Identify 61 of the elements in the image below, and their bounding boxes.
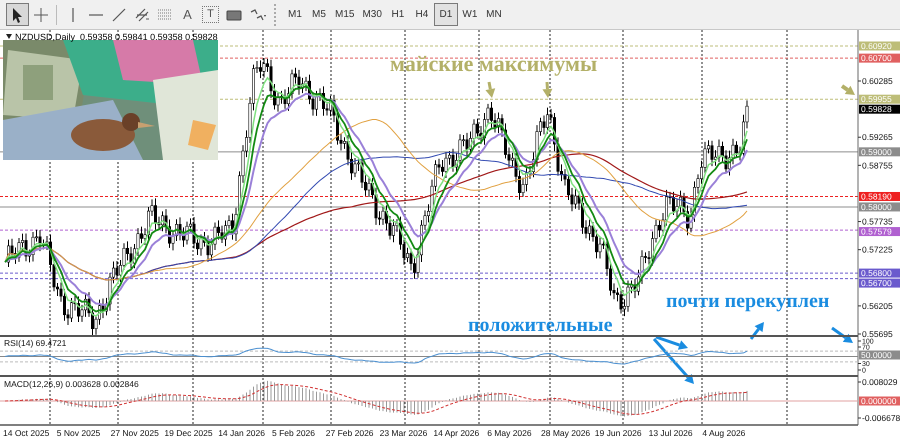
price-label: 0.55695	[862, 328, 893, 339]
label-tool-button[interactable]: T	[199, 3, 222, 26]
price-tag: 50.0000	[859, 350, 900, 360]
timeframe-button[interactable]: M1	[283, 3, 307, 26]
annotation-arrow	[831, 326, 853, 343]
price-tag: 0.58190	[859, 191, 900, 202]
date-label: 13 Jul 2026	[648, 428, 693, 438]
annotation-text: положительные	[468, 314, 613, 336]
timeframe-button[interactable]: M5	[307, 3, 331, 26]
cursor-tool-button[interactable]	[6, 3, 29, 26]
symbol-info: NZDUSD,Daily 0.59358 0.59841 0.59358 0.59828	[15, 32, 218, 42]
price-tag: 0.59828	[859, 104, 900, 114]
date-label: 4 Aug 2026	[702, 428, 746, 438]
date-label: 23 Mar 2026	[380, 428, 428, 438]
date-label: 28 May 2026	[541, 428, 590, 438]
timeframe-button[interactable]: M30	[358, 3, 386, 26]
timeframe-button[interactable]: MN	[482, 3, 506, 26]
price-label: 0.59265	[862, 132, 893, 142]
price-tag: 0.59000	[859, 146, 900, 157]
timeframe-button[interactable]: M15	[331, 3, 358, 26]
date-label: 27 Feb 2026	[326, 428, 374, 438]
timeframe-button[interactable]: W1	[458, 3, 482, 26]
vertical-line-icon	[72, 8, 74, 22]
price-tag: 0.60700	[859, 53, 900, 64]
price-label: 0.57225	[862, 244, 893, 255]
indicator-label: MACD(12,26,9) 0.003628 0.002846	[4, 379, 139, 389]
horizontal-line-icon	[88, 14, 102, 16]
timeframe-button[interactable]: D1	[434, 3, 458, 26]
date-label: 14 Jan 2026	[218, 428, 265, 438]
date-label: 6 May 2026	[487, 428, 532, 438]
price-tag: 0.57579	[859, 226, 900, 237]
date-label: 5 Feb 2026	[272, 428, 316, 438]
annotation-text: майские максимумы	[390, 51, 598, 76]
annotation-arrow	[542, 82, 552, 98]
price-label: 0.58755	[862, 160, 893, 170]
price-tag: 0.60920	[859, 41, 900, 51]
date-label: 27 Nov 2025	[110, 428, 159, 438]
price-label: -0.006678	[862, 412, 900, 423]
price-tag: 0.56700	[859, 278, 900, 288]
date-label: 14 Apr 2026	[433, 428, 480, 438]
indicator-label: RSI(14) 69.4721	[4, 338, 66, 348]
price-tag: 0.56800	[859, 268, 900, 278]
price-label: 0.56205	[862, 300, 893, 311]
date-label: 14 Oct 2025	[3, 428, 50, 438]
annotation-arrow	[840, 84, 855, 95]
annotation-arrow	[485, 82, 496, 98]
crosshair-icon	[32, 6, 50, 24]
timeframe-button[interactable]: H1	[386, 3, 410, 26]
annotation-arrow	[750, 322, 764, 340]
date-label: 5 Nov 2025	[56, 428, 100, 438]
price-tag: 0.58000	[859, 202, 900, 212]
price-label: 0.008029	[862, 376, 898, 387]
price-tag: 0.59955	[859, 94, 900, 104]
price-label: 0.60285	[862, 76, 893, 86]
timeframe-button[interactable]: H4	[410, 3, 434, 26]
price-label: 0.57735	[862, 216, 893, 227]
annotation-text: почти перекуплен	[666, 290, 830, 312]
date-label: 19 Jun 2026	[594, 428, 642, 438]
date-label: 19 Dec 2025	[164, 428, 213, 438]
text-tool-button[interactable]: A	[176, 3, 199, 26]
price-tag: 0.000000	[859, 396, 900, 406]
